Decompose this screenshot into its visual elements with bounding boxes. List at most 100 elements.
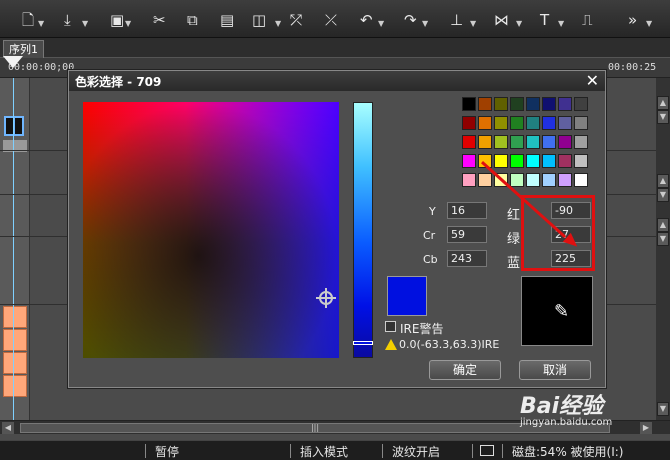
color-swatch[interactable] [510, 135, 524, 149]
y-label: Y [429, 205, 436, 218]
color-swatch[interactable] [574, 116, 588, 130]
color-swatch[interactable] [526, 135, 540, 149]
delete-icon[interactable]: ⤫ [325, 9, 337, 31]
color-swatch[interactable] [478, 135, 492, 149]
color-swatch[interactable] [478, 116, 492, 130]
audio-clip[interactable] [3, 375, 27, 397]
status-ripple[interactable]: 波纹开启 [392, 443, 440, 460]
scroll-up-icon[interactable]: ▲ [657, 218, 669, 232]
audio-clip[interactable] [3, 306, 27, 328]
color-swatch[interactable] [510, 116, 524, 130]
clip-icon[interactable]: ◫ [252, 9, 266, 31]
monitor-icon[interactable] [480, 445, 494, 456]
cb-input[interactable]: 243 [447, 250, 487, 267]
marker-dropdown-icon[interactable]: ▼ [470, 19, 476, 28]
color-swatch[interactable] [478, 97, 492, 111]
audio-icon[interactable]: ⎍ [582, 9, 593, 31]
color-swatch[interactable] [494, 97, 508, 111]
color-swatch[interactable] [494, 116, 508, 130]
close-icon[interactable]: ✕ [586, 71, 599, 91]
title-dropdown-icon[interactable]: ▼ [558, 19, 564, 28]
color-swatch[interactable] [574, 154, 588, 168]
color-swatch[interactable] [574, 173, 588, 187]
playhead-icon[interactable] [3, 56, 23, 68]
watermark-url: jingyan.baidu.com [520, 417, 613, 428]
eyedropper-icon[interactable]: ✎ [554, 301, 569, 322]
copy-icon[interactable]: ⧉ [187, 9, 198, 31]
eyedropper-panel[interactable]: ✎ [521, 276, 593, 346]
title-icon[interactable]: T [540, 9, 549, 31]
color-swatch[interactable] [526, 154, 540, 168]
new-dropdown-icon[interactable]: ▼ [38, 19, 44, 28]
new-file-icon[interactable]: 🗋 [22, 9, 34, 31]
scroll-up-icon[interactable]: ▲ [657, 96, 669, 110]
cut-icon[interactable]: ✂ [153, 9, 166, 31]
color-swatch[interactable] [558, 135, 572, 149]
color-swatch[interactable] [542, 154, 556, 168]
track-clip-selected[interactable] [4, 116, 24, 136]
scroll-down-icon[interactable]: ▼ [657, 110, 669, 124]
scroll-right-icon[interactable]: ▶ [640, 422, 652, 434]
more-icon[interactable]: » [628, 9, 637, 31]
color-swatch[interactable] [574, 135, 588, 149]
scroll-down-icon[interactable]: ▼ [657, 402, 669, 416]
scroll-down-icon[interactable]: ▼ [657, 188, 669, 202]
color-swatch[interactable] [542, 135, 556, 149]
color-swatch[interactable] [542, 97, 556, 111]
color-swatch[interactable] [558, 97, 572, 111]
color-swatch[interactable] [558, 116, 572, 130]
color-swatch[interactable] [558, 173, 572, 187]
warning-icon [385, 339, 397, 350]
save-dropdown-icon[interactable]: ▼ [125, 19, 131, 28]
cancel-button[interactable]: 取消 [519, 360, 591, 380]
color-swatch[interactable] [478, 173, 492, 187]
open-dropdown-icon[interactable]: ▼ [82, 19, 88, 28]
color-swatch[interactable] [526, 173, 540, 187]
color-swatch[interactable] [542, 173, 556, 187]
vertical-scrollbar[interactable]: ▲ ▼ ▲ ▼ ▲ ▼ ▼ [656, 78, 670, 420]
ok-button[interactable]: 确定 [429, 360, 501, 380]
color-swatch[interactable] [558, 154, 572, 168]
split-icon[interactable]: ⤱ [290, 9, 302, 31]
scroll-left-icon[interactable]: ◀ [2, 422, 14, 434]
redo-dropdown-icon[interactable]: ▼ [422, 19, 428, 28]
color-swatch[interactable] [494, 154, 508, 168]
color-swatch[interactable] [542, 116, 556, 130]
color-swatch[interactable] [462, 135, 476, 149]
clip-dropdown-icon[interactable]: ▼ [275, 19, 281, 28]
color-swatch[interactable] [574, 97, 588, 111]
open-folder-icon[interactable]: ⤓ [64, 9, 71, 31]
audio-clip[interactable] [3, 352, 27, 374]
more-dropdown-icon[interactable]: ▼ [646, 19, 652, 28]
ire-range-text: 0.0(-63.3,63.3)IRE [399, 338, 500, 351]
value-slider-handle[interactable] [353, 341, 373, 345]
color-swatch[interactable] [526, 116, 540, 130]
color-swatch[interactable] [462, 116, 476, 130]
color-swatch[interactable] [510, 97, 524, 111]
value-slider[interactable] [353, 102, 373, 358]
save-icon[interactable]: ▣ [110, 9, 124, 31]
color-swatch[interactable] [462, 97, 476, 111]
color-swatch[interactable] [494, 135, 508, 149]
bowtie-icon[interactable]: ⋈ [494, 9, 509, 31]
bowtie-dropdown-icon[interactable]: ▼ [516, 19, 522, 28]
dialog-title-bar[interactable]: 色彩选择 - 709 ✕ [69, 71, 605, 91]
marker-icon[interactable]: ⊥ [450, 9, 463, 31]
ire-warning-checkbox[interactable] [385, 321, 396, 332]
color-swatch[interactable] [462, 173, 476, 187]
redo-icon[interactable]: ↷ [404, 9, 417, 31]
color-swatch[interactable] [510, 173, 524, 187]
cr-input[interactable]: 59 [447, 226, 487, 243]
color-swatch[interactable] [526, 97, 540, 111]
scroll-up-icon[interactable]: ▲ [657, 174, 669, 188]
undo-dropdown-icon[interactable]: ▼ [378, 19, 384, 28]
status-insert-mode[interactable]: 插入模式 [300, 443, 348, 460]
undo-icon[interactable]: ↶ [360, 9, 373, 31]
y-input[interactable]: 16 [447, 202, 487, 219]
scroll-down-icon[interactable]: ▼ [657, 232, 669, 246]
color-swatch[interactable] [462, 154, 476, 168]
color-picker-cursor[interactable] [316, 288, 336, 308]
paste-icon[interactable]: ▤ [220, 9, 234, 31]
color-swatch[interactable] [510, 154, 524, 168]
audio-clip[interactable] [3, 329, 27, 351]
